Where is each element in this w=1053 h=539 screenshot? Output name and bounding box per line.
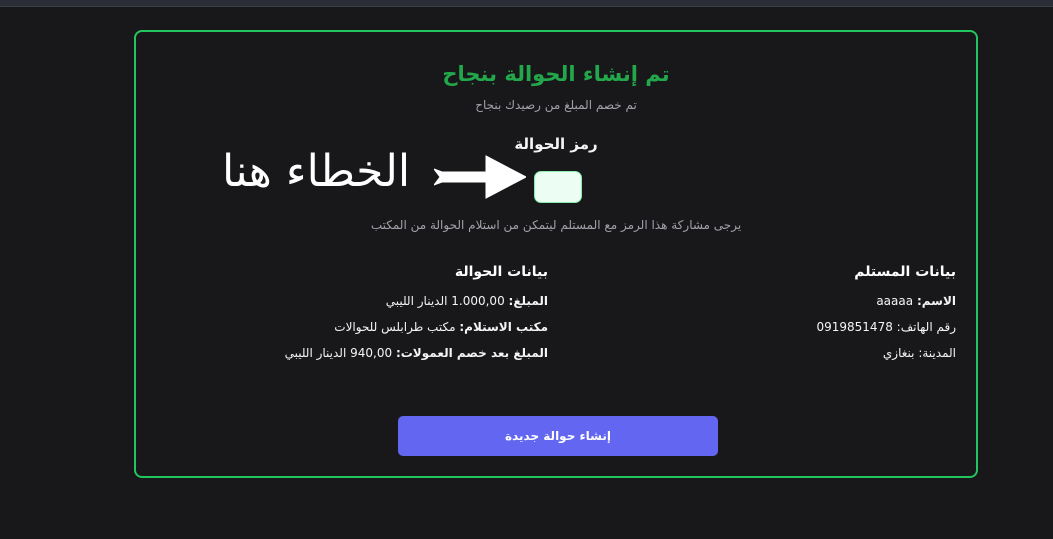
recipient-details: بيانات المستلم الاسم: aaaaa رقم الهاتف: …	[656, 264, 956, 372]
transfer-code-box	[534, 171, 582, 203]
transfer-office-row: مكتب الاستلام: مكتب طرابلس للحوالات	[228, 320, 548, 334]
error-annotation: الخطاء هنا	[222, 146, 411, 197]
transfer-amount-row: المبلغ: 1.000,00 الدينار الليبي	[228, 294, 548, 308]
success-subtitle: تم خصم المبلغ من رصيدك بنجاح	[475, 98, 637, 112]
name-label: الاسم:	[916, 294, 956, 308]
success-title: تم إنشاء الحوالة بنجاح	[442, 62, 670, 86]
office-label: مكتب الاستلام:	[459, 320, 548, 334]
phone-label: رقم الهاتف:	[896, 320, 956, 334]
net-amount-value: 940,00 الدينار الليبي	[284, 346, 393, 360]
phone-value: 0919851478	[816, 320, 893, 334]
recipient-name-row: الاسم: aaaaa	[656, 294, 956, 308]
top-bar	[0, 0, 1053, 7]
arrow-icon	[434, 155, 526, 199]
success-card: تم إنشاء الحوالة بنجاح تم خصم المبلغ من …	[134, 30, 978, 478]
new-transfer-button[interactable]: إنشاء حوالة جديدة	[398, 416, 718, 456]
transfer-net-row: المبلغ بعد خصم العمولات: 940,00 الدينار …	[228, 346, 548, 360]
transfer-heading: بيانات الحوالة	[454, 264, 548, 280]
name-value: aaaaa	[876, 294, 914, 308]
amount-label: المبلغ:	[508, 294, 548, 308]
amount-value: 1.000,00 الدينار الليبي	[385, 294, 505, 308]
share-note: يرجى مشاركة هذا الرمز مع المستلم ليتمكن …	[370, 218, 742, 232]
recipient-city-row: المدينة: بنغازي	[656, 346, 956, 360]
net-amount-label: المبلغ بعد خصم العمولات:	[395, 346, 548, 360]
office-value: مكتب طرابلس للحوالات	[334, 320, 456, 334]
city-label: المدينة:	[918, 346, 956, 360]
recipient-phone-row: رقم الهاتف: 0919851478	[656, 320, 956, 334]
recipient-heading: بيانات المستلم	[854, 264, 956, 280]
city-value: بنغازي	[882, 346, 915, 360]
transfer-details: بيانات الحوالة المبلغ: 1.000,00 الدينار …	[228, 264, 548, 372]
